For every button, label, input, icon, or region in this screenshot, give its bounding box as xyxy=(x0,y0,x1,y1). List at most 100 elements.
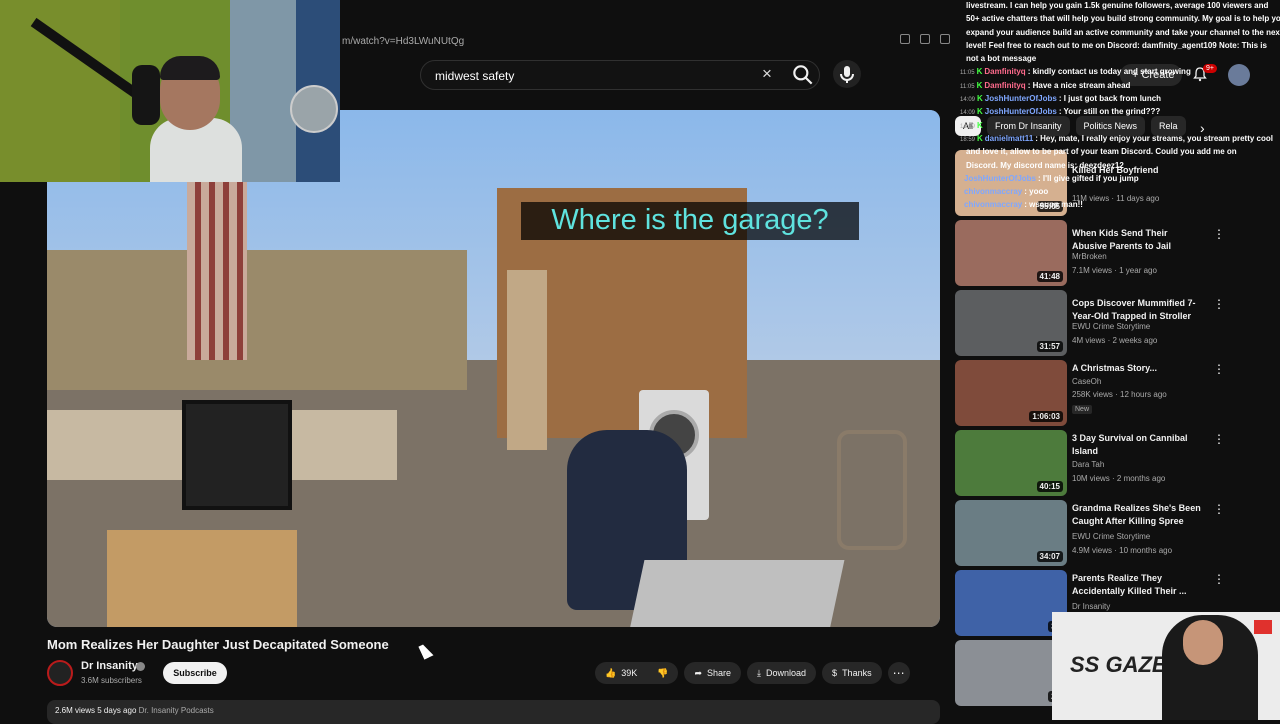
rec-title[interactable]: Cops Discover Mummified 7-Year-Old Trapp… xyxy=(1072,297,1202,323)
channel-name[interactable]: Dr Insanity xyxy=(81,660,138,672)
description-box[interactable]: 2.6M views 5 days ago Dr. Insanity Podca… xyxy=(47,700,940,724)
share-icon[interactable] xyxy=(920,34,930,44)
chat-username[interactable]: JoshHunterOfJobs xyxy=(964,174,1036,183)
view-count: 2.6M views xyxy=(55,706,96,715)
rec-duration: 31:57 xyxy=(1036,341,1063,352)
dislike-button[interactable]: 👎 xyxy=(647,662,679,684)
chat-message: Discord. My discord name is: deezdeez12 xyxy=(960,160,1280,173)
moderator-badge-icon: K xyxy=(977,120,983,130)
rec-thumbnail[interactable]: 41:48 xyxy=(955,220,1067,286)
streamer-webcam xyxy=(0,0,340,182)
rec-item[interactable]: 41:48 When Kids Send Their Abusive Paren… xyxy=(955,220,1255,286)
rec-thumbnail[interactable]: 38 xyxy=(955,570,1067,636)
chat-message: 11:05 K Damfinityq: kindly contact us toda… xyxy=(960,66,1280,79)
screen-icon[interactable] xyxy=(900,34,910,44)
rec-menu-icon[interactable]: ⋮ xyxy=(1213,572,1225,586)
chat-text: 50+ active chatters that will help you b… xyxy=(966,14,1280,24)
rec-title[interactable]: Grandma Realizes She's Been Caught After… xyxy=(1072,502,1202,528)
chat-username[interactable]: JoshHunterOfJobs xyxy=(985,94,1057,103)
chat-timestamp: 11:05 xyxy=(960,70,975,77)
moderator-badge-icon: K xyxy=(976,67,983,77)
chat-message: JoshHunterOfJobs: I'll give gifted if yo… xyxy=(960,173,1280,186)
rec-channel[interactable]: CaseOh xyxy=(1072,377,1101,386)
chat-message: expand your audience build an active com… xyxy=(960,27,1280,40)
rec-thumbnail[interactable]: 34:07 xyxy=(955,500,1067,566)
rec-title[interactable]: 3 Day Survival on Cannibal Island xyxy=(1072,432,1202,458)
chat-username[interactable]: Damfinityq xyxy=(984,67,1025,76)
rec-item[interactable]: 40:15 3 Day Survival on Cannibal Island … xyxy=(955,430,1255,496)
thumbs-up-icon: 👍 xyxy=(605,667,617,678)
chat-username[interactable]: chivonmaccray xyxy=(964,187,1022,196)
chat-timestamp: 18:59 xyxy=(960,136,976,143)
rec-title[interactable]: A Christmas Story... xyxy=(1072,362,1202,375)
rec-thumbnail[interactable]: 1:06:03 xyxy=(955,360,1067,426)
search-icon[interactable] xyxy=(790,62,816,88)
chat-message: 14:09 K JoshHunterOfJobs: I just got back … xyxy=(960,93,1280,106)
rec-menu-icon[interactable]: ⋮ xyxy=(1213,432,1225,446)
chat-username[interactable]: Damfinityq xyxy=(984,81,1025,90)
like-button[interactable]: 👍 39K xyxy=(595,662,648,684)
playlist-link[interactable]: Dr. Insanity Podcasts xyxy=(139,706,214,715)
subscriber-count: 3.6M subscribers xyxy=(81,676,142,685)
download-button[interactable]: ⤓ Download xyxy=(747,662,817,684)
chat-username[interactable]: chivonmaccray xyxy=(964,200,1022,209)
browser-extension-icons xyxy=(900,34,950,44)
chat-timestamp: 14:09 xyxy=(960,123,976,130)
rec-menu-icon[interactable]: ⋮ xyxy=(1213,502,1225,516)
chat-message: chivonmaccray: yooo xyxy=(960,186,1280,199)
star-icon[interactable] xyxy=(940,34,950,44)
webcam-person-hair xyxy=(160,56,220,80)
rec-menu-icon[interactable]: ⋮ xyxy=(1213,297,1225,311)
thumbs-down-icon: 👎 xyxy=(657,667,669,678)
chat-text: Discord. My discord name is: deezdeez12 xyxy=(966,160,1124,170)
rec-item[interactable]: 1:06:03 A Christmas Story... CaseOh 258K… xyxy=(955,360,1255,426)
chat-username[interactable]: danielmatt11 xyxy=(985,134,1033,143)
channel-avatar[interactable] xyxy=(47,660,73,686)
webcam-microphone xyxy=(132,65,160,125)
rec-menu-icon[interactable]: ⋮ xyxy=(1213,227,1225,241)
rec-title[interactable]: Parents Realize They Accidentally Killed… xyxy=(1072,572,1202,598)
moderator-badge-icon: K xyxy=(977,107,983,117)
chat-text: not a bot message xyxy=(966,54,1037,64)
rec-duration: 40:15 xyxy=(1036,481,1063,492)
like-count: 39K xyxy=(621,668,638,678)
live-chat-overlay: livestream. I can help you gain 1.5k gen… xyxy=(960,0,1280,222)
video-crate xyxy=(182,400,292,510)
video-shed-door xyxy=(507,270,547,450)
sponsor-title: SS GAZE xyxy=(1070,652,1167,677)
search-input[interactable]: midwest safety xyxy=(420,60,820,90)
address-bar[interactable]: m/watch?v=Hd3LWuNUtQg xyxy=(340,30,960,52)
chat-text: : Hey, mate, I really enjoy your streams… xyxy=(1035,133,1273,143)
video-screen-door xyxy=(629,560,845,627)
chat-message: 14:09 K JoshHunterOfJobs: Your still on th… xyxy=(960,106,1280,119)
rec-channel[interactable]: MrBroken xyxy=(1072,252,1107,261)
rec-title[interactable]: When Kids Send Their Abusive Parents to … xyxy=(1072,227,1202,253)
share-button[interactable]: ➦ Share xyxy=(684,662,742,684)
rec-item[interactable]: 31:57 Cops Discover Mummified 7-Year-Old… xyxy=(955,290,1255,356)
chat-username[interactable]: JoshHunterOfJobs xyxy=(985,107,1057,116)
chat-text: level! Feel free to reach out to me on D… xyxy=(966,40,1267,50)
clear-search-icon[interactable]: × xyxy=(762,64,772,84)
rec-channel[interactable]: EWU Crime Storytime xyxy=(1072,322,1150,331)
rec-thumbnail[interactable]: 22 xyxy=(955,640,1067,706)
sponsor-logo-icon xyxy=(1254,620,1272,634)
rec-thumbnail[interactable]: 31:57 xyxy=(955,290,1067,356)
chat-timestamp: 14:09 xyxy=(960,97,976,104)
rec-channel[interactable]: Dr Insanity xyxy=(1072,602,1110,611)
rec-menu-icon[interactable]: ⋮ xyxy=(1213,362,1225,376)
more-actions-icon[interactable]: ⋯ xyxy=(887,662,910,684)
chat-text: : I just got back from lunch xyxy=(1058,94,1162,104)
microphone-icon[interactable] xyxy=(833,60,861,88)
rec-channel[interactable]: EWU Crime Storytime xyxy=(1072,532,1150,541)
mouse-cursor xyxy=(418,642,434,660)
chat-text: : I'll give gifted if you jump xyxy=(1038,173,1139,183)
thanks-button[interactable]: $ Thanks xyxy=(822,662,882,684)
rec-channel[interactable]: Dara Tah xyxy=(1072,460,1104,469)
chat-message: level! Feel free to reach out to me on D… xyxy=(960,40,1280,53)
subscribe-button[interactable]: Subscribe xyxy=(163,662,227,684)
rec-thumbnail[interactable]: 40:15 xyxy=(955,430,1067,496)
thanks-icon: $ xyxy=(832,668,838,678)
rec-duration: 34:07 xyxy=(1036,551,1063,562)
rec-item[interactable]: 34:07 Grandma Realizes She's Been Caught… xyxy=(955,500,1255,566)
video-player[interactable]: Where is the garage? xyxy=(47,110,940,627)
